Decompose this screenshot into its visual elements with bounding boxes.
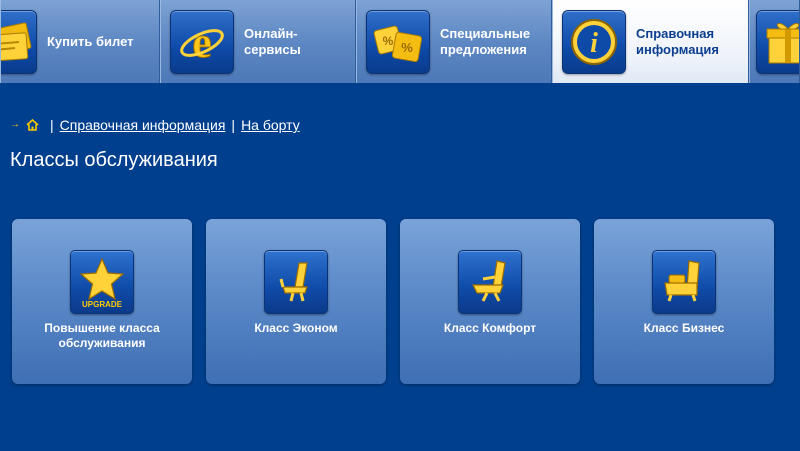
breadcrumb-separator: | [50, 117, 54, 133]
tab-label: Специальные предложения [440, 25, 531, 57]
page-title: Классы обслуживания [10, 149, 218, 171]
card-label: Класс Комфорт [443, 321, 537, 335]
tab-buy-ticket[interactable]: Купить билет [0, 0, 160, 83]
discount-dice-icon: % % [366, 9, 430, 74]
comfort-seat-icon [458, 250, 522, 314]
card-label: Класс Эконом [254, 321, 338, 335]
arrow-right-icon: → [10, 119, 20, 130]
card-label: Повышение класса обслуживания [44, 321, 160, 350]
tab-label: Онлайн- сервисы [244, 25, 301, 57]
tab-reference-info[interactable]: i Справочная информация [552, 0, 749, 83]
svg-text:%: % [401, 40, 413, 55]
card-upgrade[interactable]: UPGRADE Повышение класса обслуживания [12, 219, 192, 384]
tab-label: Купить билет [47, 33, 134, 49]
gift-box-icon [756, 9, 799, 74]
tab-online-services[interactable]: e Онлайн- сервисы [160, 0, 356, 83]
card-business[interactable]: Класс Бизнес [594, 219, 774, 384]
breadcrumb-link-reference-info[interactable]: Справочная информация [60, 116, 226, 134]
breadcrumb-link-on-board[interactable]: На борту [241, 116, 300, 134]
breadcrumb: → | Справочная информация | На борту [10, 116, 300, 134]
svg-text:i: i [590, 28, 598, 59]
svg-text:%: % [383, 34, 394, 48]
upgrade-star-icon: UPGRADE [70, 250, 134, 314]
internet-explorer-icon: e [170, 9, 234, 74]
business-seat-icon [652, 250, 716, 314]
tab-special-offers[interactable]: % % Специальные предложения [356, 0, 552, 83]
tab-gifts[interactable] [749, 0, 800, 83]
info-icon: i [562, 9, 626, 74]
card-economy[interactable]: Класс Эконом [206, 219, 386, 384]
economy-seat-icon [264, 250, 328, 314]
upgrade-icon-text: UPGRADE [82, 300, 123, 309]
main-navigation: Купить билет e Онлайн- сервисы % % Специ… [0, 0, 800, 83]
breadcrumb-separator: | [231, 117, 236, 133]
home-icon[interactable] [26, 119, 39, 131]
card-label: Класс Бизнес [643, 321, 725, 335]
tickets-icon [1, 9, 37, 74]
card-comfort[interactable]: Класс Комфорт [400, 219, 580, 384]
svg-text:e: e [192, 18, 212, 67]
tab-label: Справочная информация [636, 25, 720, 57]
